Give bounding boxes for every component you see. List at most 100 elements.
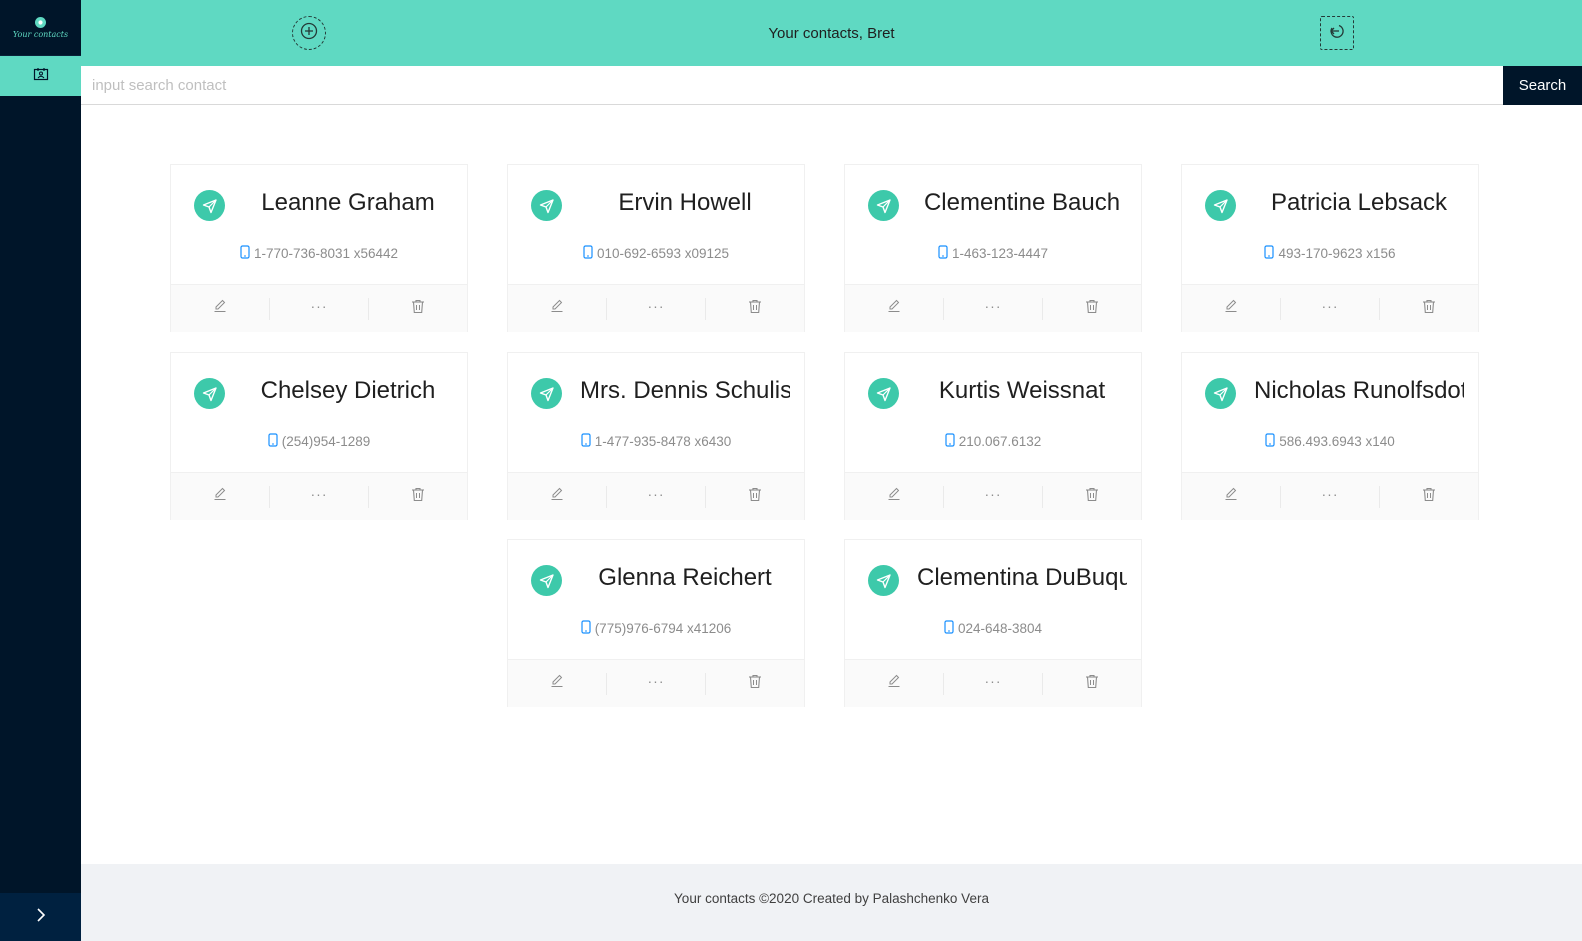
contact-phone-number: 010-692-6593 x09125 xyxy=(596,246,730,261)
edit-icon xyxy=(1224,487,1238,506)
contact-card[interactable]: Ervin Howell 010-692-6593 x09125 ··· xyxy=(507,164,805,332)
delete-contact-button[interactable] xyxy=(706,673,804,695)
mobile-phone-icon xyxy=(938,245,948,262)
edit-icon xyxy=(550,299,564,318)
more-button[interactable]: ··· xyxy=(270,297,369,320)
send-icon xyxy=(868,190,899,221)
contact-phone: 1-463-123-4447 xyxy=(845,245,1141,262)
card-body: Chelsey Dietrich (254)954-1289 xyxy=(171,353,467,472)
contact-card[interactable]: Kurtis Weissnat 210.067.6132 ··· xyxy=(844,352,1142,520)
ellipsis-icon: ··· xyxy=(647,485,665,502)
edit-contact-button[interactable] xyxy=(508,672,607,695)
mobile-phone-icon xyxy=(581,620,591,637)
card-actions: ··· xyxy=(845,472,1141,520)
contact-name: Mrs. Dennis Schulist xyxy=(580,377,790,404)
contact-phone-number: 210.067.6132 xyxy=(958,434,1042,449)
contact-card[interactable]: Clementine Bauch 1-463-123-4447 ··· xyxy=(844,164,1142,332)
sidebar-item-contacts[interactable] xyxy=(0,56,81,96)
card-body: Clementina DuBuque 024-648-3804 xyxy=(845,540,1141,659)
edit-icon xyxy=(213,487,227,506)
contact-card[interactable]: Chelsey Dietrich (254)954-1289 ··· xyxy=(170,352,468,520)
send-icon xyxy=(1205,190,1236,221)
ellipsis-icon: ··· xyxy=(1321,485,1339,502)
contact-name: Kurtis Weissnat xyxy=(938,377,1106,404)
contacts-grid: Leanne Graham 1-770-736-8031 x56442 ··· Erv… xyxy=(81,105,1582,864)
mobile-phone-icon xyxy=(945,433,955,450)
edit-contact-button[interactable] xyxy=(508,485,607,508)
contact-phone-number: 1-463-123-4447 xyxy=(951,246,1049,261)
delete-contact-button[interactable] xyxy=(1380,486,1478,508)
more-button[interactable]: ··· xyxy=(944,297,1043,320)
more-button[interactable]: ··· xyxy=(607,672,706,695)
more-button[interactable]: ··· xyxy=(944,485,1043,508)
contact-card[interactable]: Glenna Reichert (775)976-6794 x41206 ··· xyxy=(507,539,805,707)
contact-phone: 586.493.6943 x140 xyxy=(1182,433,1478,450)
card-body: Leanne Graham 1-770-736-8031 x56442 xyxy=(171,165,467,284)
contact-card[interactable]: Mrs. Dennis Schulist 1-477-935-8478 x6430… xyxy=(507,352,805,520)
edit-contact-button[interactable] xyxy=(845,485,944,508)
more-button[interactable]: ··· xyxy=(944,672,1043,695)
delete-icon xyxy=(1422,487,1436,507)
edit-contact-button[interactable] xyxy=(845,297,944,320)
card-actions: ··· xyxy=(508,284,804,332)
delete-contact-button[interactable] xyxy=(369,486,467,508)
more-button[interactable]: ··· xyxy=(1281,485,1380,508)
card-actions: ··· xyxy=(171,472,467,520)
mobile-phone-icon xyxy=(1265,433,1275,450)
contact-card[interactable]: Leanne Graham 1-770-736-8031 x56442 ··· xyxy=(170,164,468,332)
edit-contact-button[interactable] xyxy=(1182,297,1281,320)
contacts-icon xyxy=(33,67,49,86)
card-body: Ervin Howell 010-692-6593 x09125 xyxy=(508,165,804,284)
contact-name: Patricia Lebsack xyxy=(1270,189,1448,216)
send-icon xyxy=(194,378,225,409)
ellipsis-icon: ··· xyxy=(310,485,328,502)
ellipsis-icon: ··· xyxy=(647,672,665,689)
edit-contact-button[interactable] xyxy=(1182,485,1281,508)
delete-icon xyxy=(1422,299,1436,319)
delete-contact-button[interactable] xyxy=(706,486,804,508)
delete-contact-button[interactable] xyxy=(1043,486,1141,508)
mobile-phone-icon xyxy=(583,245,593,262)
card-body: Glenna Reichert (775)976-6794 x41206 xyxy=(508,540,804,659)
card-actions: ··· xyxy=(1182,472,1478,520)
logout-button[interactable] xyxy=(1320,16,1354,50)
logo[interactable]: Your contacts xyxy=(0,0,81,56)
search-input[interactable] xyxy=(81,66,1503,104)
edit-contact-button[interactable] xyxy=(171,485,270,508)
edit-icon xyxy=(213,299,227,318)
sidebar-collapse-button[interactable] xyxy=(0,893,81,941)
delete-contact-button[interactable] xyxy=(706,298,804,320)
delete-icon xyxy=(748,299,762,319)
delete-contact-button[interactable] xyxy=(369,298,467,320)
ellipsis-icon: ··· xyxy=(647,297,665,314)
send-icon xyxy=(194,190,225,221)
contact-name: Glenna Reichert xyxy=(598,564,772,591)
more-button[interactable]: ··· xyxy=(270,485,369,508)
header: Your contacts, Bret xyxy=(81,0,1582,66)
search-button[interactable]: Search xyxy=(1503,66,1582,105)
contact-card[interactable]: Nicholas Runolfsdottir V 586.493.6943 x14… xyxy=(1181,352,1479,520)
card-actions: ··· xyxy=(171,284,467,332)
contact-card[interactable]: Clementina DuBuque 024-648-3804 ··· xyxy=(844,539,1142,707)
card-body: Patricia Lebsack 493-170-9623 x156 xyxy=(1182,165,1478,284)
delete-icon xyxy=(411,487,425,507)
card-actions: ··· xyxy=(845,284,1141,332)
ellipsis-icon: ··· xyxy=(984,297,1002,314)
delete-contact-button[interactable] xyxy=(1380,298,1478,320)
delete-contact-button[interactable] xyxy=(1043,673,1141,695)
contact-card[interactable]: Patricia Lebsack 493-170-9623 x156 ··· xyxy=(1181,164,1479,332)
more-button[interactable]: ··· xyxy=(607,485,706,508)
mobile-phone-icon xyxy=(944,620,954,637)
edit-contact-button[interactable] xyxy=(845,672,944,695)
delete-contact-button[interactable] xyxy=(1043,298,1141,320)
delete-icon xyxy=(748,674,762,694)
more-button[interactable]: ··· xyxy=(1281,297,1380,320)
card-actions: ··· xyxy=(845,659,1141,707)
contact-phone: 1-477-935-8478 x6430 xyxy=(508,433,804,450)
mobile-phone-icon xyxy=(581,433,591,450)
edit-contact-button[interactable] xyxy=(508,297,607,320)
more-button[interactable]: ··· xyxy=(607,297,706,320)
edit-icon xyxy=(550,674,564,693)
edit-contact-button[interactable] xyxy=(171,297,270,320)
contact-phone-number: 024-648-3804 xyxy=(957,621,1043,636)
